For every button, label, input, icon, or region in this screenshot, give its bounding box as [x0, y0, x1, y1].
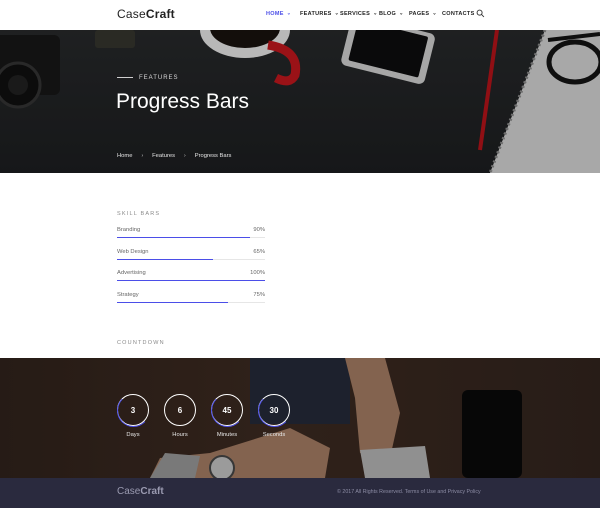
footer-logo-light-text: Case [117, 486, 141, 497]
countdown-value: 6 [177, 405, 183, 415]
nav-item-label: SERVICES [340, 11, 371, 17]
nav-item-label: PAGES [409, 11, 430, 17]
countdown-days: 3 Days [116, 393, 150, 438]
footer-copyright: © 2017 All Rights Reserved. Terms of Use… [337, 489, 481, 495]
footer-logo-bold-text: Craft [140, 486, 164, 497]
site-footer: CaseCraft © 2017 All Rights Reserved. Te… [0, 478, 600, 508]
skill-percent: 100% [250, 270, 265, 276]
skill-label: Strategy [117, 291, 139, 298]
skill-bar: Branding 90% [117, 227, 265, 249]
countdown-circle: 3 [116, 393, 150, 427]
chevron-down-icon: ⌄ [286, 10, 292, 17]
skill-label: Advertising [117, 270, 146, 276]
chevron-right-icon: › [184, 153, 186, 159]
footer-logo[interactable]: CaseCraft [117, 486, 164, 497]
breadcrumb-features[interactable]: Features [152, 153, 175, 159]
skill-fill [117, 301, 228, 303]
skill-bar: Web Design 65% [117, 249, 265, 271]
skill-fill [117, 237, 251, 238]
countdown-circle: 6 [164, 394, 196, 426]
skill-bars: Branding 90% Web Design 65% Advertising 100… [117, 227, 265, 313]
skill-track [117, 301, 265, 303]
skill-percent: 75% [253, 291, 265, 298]
main-nav: HOME ⌄ FEATURES ⌄ SERVICES ⌄ BLOG ⌄ PAGES ⌄ C… [0, 11, 600, 21]
nav-item-pages[interactable]: PAGES ⌄ [409, 10, 437, 18]
hero-eyebrow: FEATURES [117, 75, 179, 81]
chevron-down-icon: ⌄ [373, 10, 378, 17]
nav-item-home[interactable]: HOME ⌄ [266, 10, 292, 18]
eyebrow-line [117, 76, 133, 78]
hero-banner: FEATURES Progress Bars Home › Features › Pro… [0, 30, 600, 173]
countdown-progress-arc [210, 393, 244, 427]
countdown-minutes: 45 Minutes [210, 393, 244, 438]
skill-fill [117, 258, 214, 260]
countdown-overlay [0, 358, 600, 478]
nav-item-label: HOME [266, 11, 284, 17]
skill-fill [117, 280, 265, 281]
hero-overlay [0, 30, 600, 173]
chevron-down-icon: ⌄ [432, 10, 437, 17]
countdown-heading: COUNTDOWN [117, 340, 165, 346]
breadcrumb-home[interactable]: Home [117, 153, 132, 159]
nav-item-services[interactable]: SERVICES ⌄ [340, 10, 378, 18]
skills-heading: SKILL BARS [117, 211, 161, 217]
chevron-right-icon: › [141, 153, 144, 159]
countdown-label: Seconds [262, 432, 286, 438]
nav-item-blog[interactable]: BLOG ⌄ [379, 10, 404, 18]
nav-item-label: FEATURES [300, 11, 332, 17]
nav-item-label: CONTACTS [442, 11, 475, 17]
skill-label: Branding [117, 227, 141, 233]
skill-track [117, 258, 265, 260]
skill-percent: 90% [253, 227, 265, 233]
skill-bar: Strategy 75% [117, 292, 265, 314]
countdown-seconds: 30 Seconds [257, 393, 291, 438]
countdown-label: Hours [172, 432, 188, 438]
nav-item-features[interactable]: FEATURES ⌄ [300, 10, 340, 18]
countdown-label: Days [126, 432, 140, 438]
countdown-progress-arc [116, 393, 150, 427]
countdown-progress-arc [257, 393, 291, 427]
skill-label: Web Design [117, 248, 149, 255]
breadcrumb: Home › Features › Progress Bars [117, 153, 231, 159]
search-icon[interactable] [476, 9, 485, 18]
skill-track [117, 237, 265, 238]
skill-percent: 65% [253, 248, 265, 255]
breadcrumb-current: Progress Bars [194, 153, 232, 159]
nav-item-contacts[interactable]: CONTACTS [442, 11, 475, 17]
skill-track [117, 280, 265, 281]
nav-item-label: BLOG [379, 11, 397, 17]
countdown-hours: 6 Hours [164, 394, 196, 438]
countdown-circle: 30 [257, 393, 291, 427]
countdown-label: Minutes [216, 432, 238, 438]
countdown-section: 3 Days 6 Hours 45 Minutes 30 Seconds [0, 358, 600, 478]
countdown-circle: 45 [210, 393, 244, 427]
hero-eyebrow-text: FEATURES [139, 75, 179, 81]
page-title: Progress Bars [116, 90, 250, 113]
skill-bar: Advertising 100% [117, 270, 265, 292]
site-header: CaseCraft HOME ⌄ FEATURES ⌄ SERVICES ⌄ BLOG… [0, 0, 600, 30]
chevron-down-icon: ⌄ [334, 10, 340, 17]
chevron-down-icon: ⌄ [399, 10, 404, 17]
